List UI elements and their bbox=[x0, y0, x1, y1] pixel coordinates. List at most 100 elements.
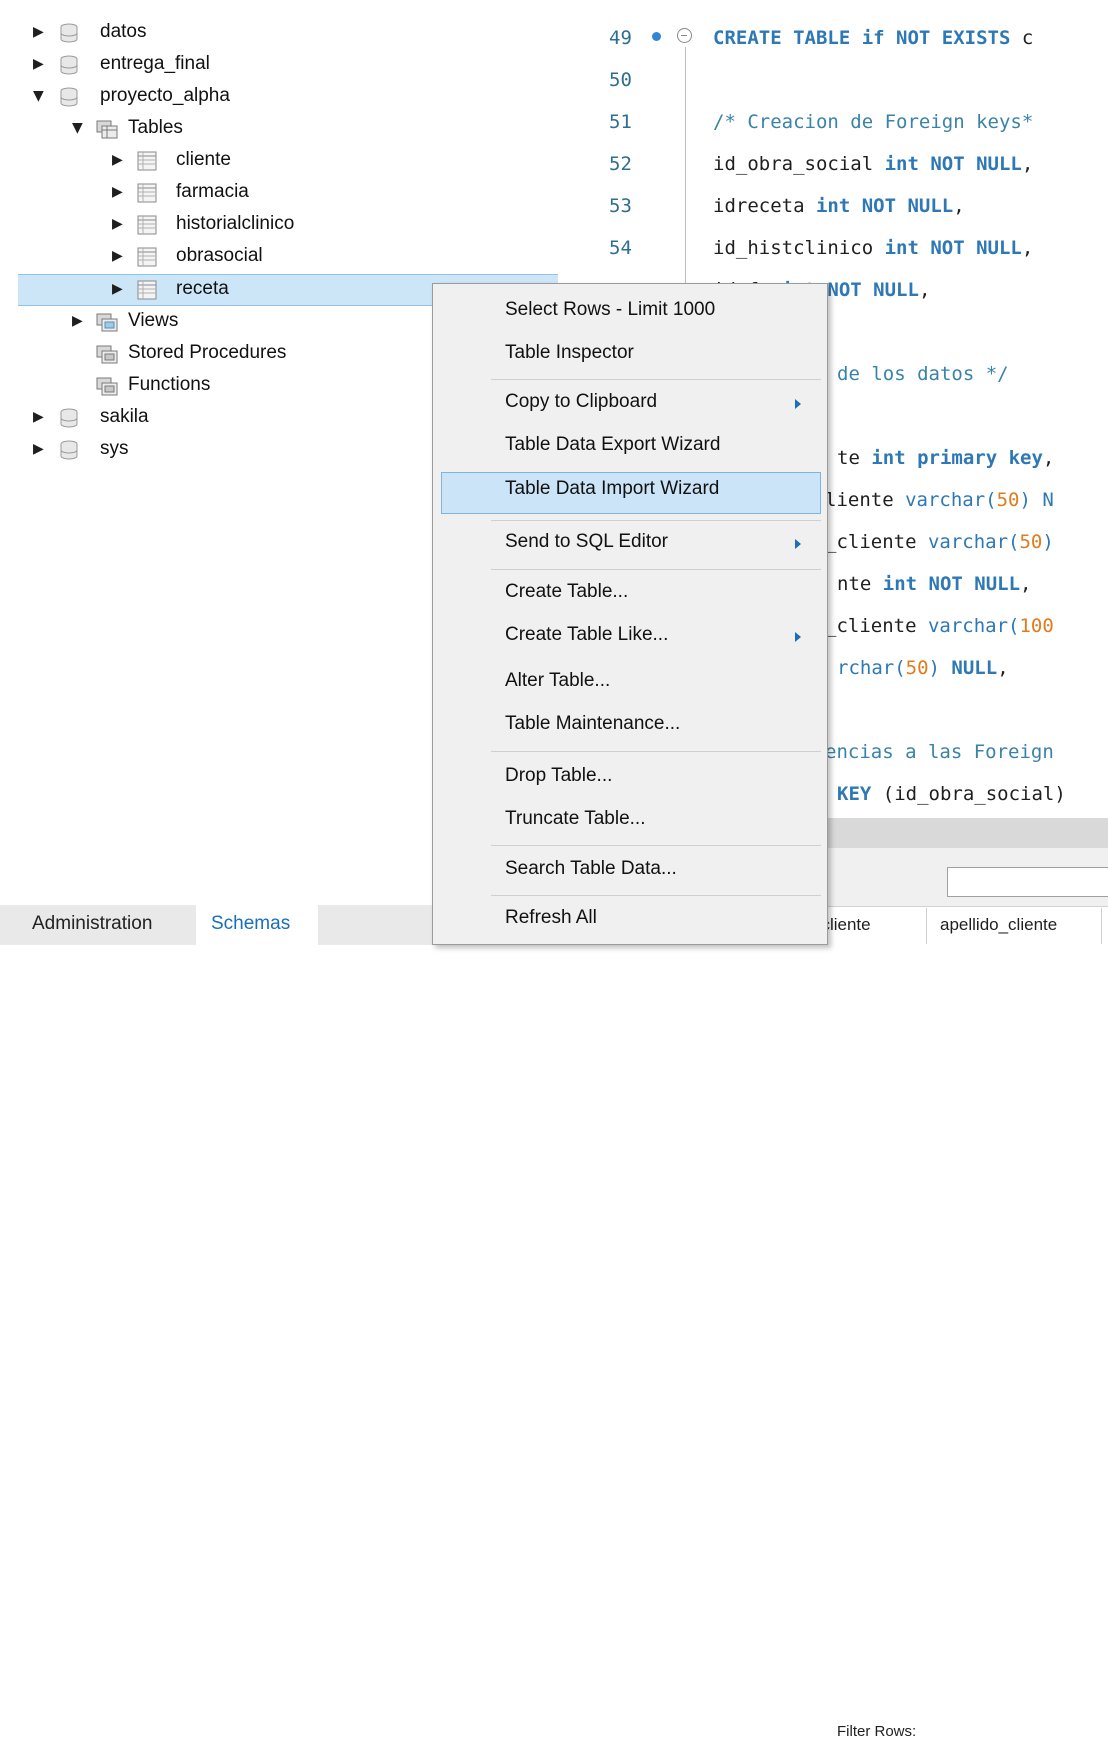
column-header[interactable]: apellido_cliente bbox=[940, 915, 1057, 935]
tree-item-label: Functions bbox=[128, 374, 211, 395]
code-text: , bbox=[1020, 573, 1032, 595]
filter-rows-input[interactable] bbox=[947, 867, 1108, 897]
code-line: /* Creacion de Foreign keys* bbox=[713, 111, 1033, 133]
menu-item-table-data-import-wizard[interactable]: Table Data Import Wizard bbox=[441, 472, 821, 514]
line-number: 49 bbox=[609, 27, 632, 49]
tree-item-label: historialclinico bbox=[176, 213, 295, 234]
code-line: _cliente varchar(50) bbox=[825, 531, 1054, 553]
tree-item-label: Stored Procedures bbox=[128, 342, 287, 363]
tree-item-entrega-final[interactable]: ▶ entrega_final bbox=[0, 49, 565, 81]
tree-item-label: obrasocial bbox=[176, 245, 263, 266]
expand-arrow-icon[interactable]: ▶ bbox=[112, 217, 126, 231]
menu-separator bbox=[491, 379, 821, 380]
code-comment: /* Creacion de Foreign keys* bbox=[713, 111, 1034, 133]
collapse-arrow-icon[interactable]: ▼ bbox=[33, 89, 47, 103]
tree-item-label: sys bbox=[100, 438, 129, 459]
fold-toggle-icon[interactable] bbox=[677, 28, 692, 43]
menu-item-drop-table[interactable]: Drop Table... bbox=[433, 759, 827, 795]
code-text: te bbox=[837, 447, 872, 469]
column-separator[interactable] bbox=[1101, 908, 1102, 944]
menu-item-table-data-export-wizard[interactable]: Table Data Export Wizard bbox=[433, 428, 827, 464]
menu-separator bbox=[491, 569, 821, 570]
code-line: id_obra_social int NOT NULL, bbox=[713, 153, 1033, 175]
code-keyword: CREATE TABLE if NOT EXISTS bbox=[713, 27, 1011, 49]
code-line: de los datos */ bbox=[837, 363, 1009, 385]
expand-arrow-icon[interactable]: ▶ bbox=[112, 249, 126, 263]
code-line: KEY (id_obra_social) bbox=[837, 783, 1066, 805]
expand-arrow-icon[interactable]: ▶ bbox=[33, 410, 47, 424]
code-text: nte bbox=[837, 573, 883, 595]
code-text: , bbox=[1042, 447, 1055, 469]
tree-item-proyecto-alpha[interactable]: ▼ proyecto_alpha bbox=[0, 81, 565, 113]
tree-item-table-farmacia[interactable]: ▶ farmacia bbox=[0, 177, 565, 209]
menu-item-label: Table Data Export Wizard bbox=[505, 434, 721, 455]
line-number: 50 bbox=[609, 69, 632, 91]
menu-item-create-table[interactable]: Create Table... bbox=[433, 575, 827, 611]
code-type: varchar( bbox=[905, 489, 997, 511]
code-text: , bbox=[918, 279, 931, 301]
menu-item-truncate-table[interactable]: Truncate Table... bbox=[433, 802, 827, 838]
menu-separator bbox=[491, 751, 821, 752]
code-type: ) N bbox=[1019, 489, 1054, 511]
code-text: , bbox=[1021, 153, 1034, 175]
tree-item-table-historialclinico[interactable]: ▶ historialclinico bbox=[0, 209, 565, 241]
column-separator[interactable] bbox=[926, 908, 927, 944]
tree-item-label: receta bbox=[176, 278, 229, 299]
table-icon bbox=[137, 183, 157, 203]
menu-item-search-table-data[interactable]: Search Table Data... bbox=[433, 852, 827, 888]
tree-item-tables[interactable]: ▼ Tables bbox=[0, 113, 565, 145]
expand-arrow-icon[interactable]: ▶ bbox=[112, 153, 126, 167]
tree-item-table-obrasocial[interactable]: ▶ obrasocial bbox=[0, 241, 565, 273]
tree-item-label: Views bbox=[128, 310, 179, 331]
code-text: _cliente bbox=[825, 531, 928, 553]
menu-item-table-inspector[interactable]: Table Inspector bbox=[433, 336, 827, 372]
tree-item-label: sakila bbox=[100, 406, 149, 427]
code-line: CREATE TABLE if NOT EXISTS c bbox=[713, 27, 1033, 49]
code-keyword: NULL bbox=[951, 657, 998, 679]
menu-item-alter-table[interactable]: Alter Table... bbox=[433, 664, 827, 700]
code-text: _cliente bbox=[825, 615, 928, 637]
expand-arrow-icon[interactable]: ▶ bbox=[33, 25, 47, 39]
line-number: 54 bbox=[609, 237, 632, 259]
menu-item-copy-to-clipboard[interactable]: Copy to Clipboard bbox=[433, 385, 827, 421]
expand-arrow-icon[interactable]: ▶ bbox=[112, 185, 126, 199]
menu-separator bbox=[491, 895, 821, 896]
code-keyword: int primary key bbox=[871, 447, 1043, 469]
table-icon bbox=[137, 280, 157, 300]
menu-item-label: Select Rows - Limit 1000 bbox=[505, 299, 716, 320]
table-icon bbox=[137, 247, 157, 267]
menu-item-refresh-all[interactable]: Refresh All bbox=[433, 901, 827, 937]
tab-schemas[interactable]: Schemas bbox=[211, 913, 290, 935]
expand-arrow-icon[interactable]: ▶ bbox=[33, 442, 47, 456]
tree-item-label: entrega_final bbox=[100, 53, 210, 74]
menu-item-label: Search Table Data... bbox=[505, 858, 677, 879]
menu-item-label: Create Table Like... bbox=[505, 624, 669, 645]
tree-item-label: proyecto_alpha bbox=[100, 85, 230, 106]
table-icon bbox=[137, 215, 157, 235]
tables-folder-icon bbox=[96, 120, 118, 139]
collapse-arrow-icon[interactable]: ▼ bbox=[72, 121, 86, 135]
menu-item-label: Create Table... bbox=[505, 581, 629, 602]
submenu-arrow-icon bbox=[795, 632, 801, 642]
menu-item-label: Table Data Import Wizard bbox=[505, 478, 720, 499]
expand-arrow-icon[interactable]: ▶ bbox=[33, 57, 47, 71]
procedures-folder-icon bbox=[96, 345, 118, 364]
menu-item-label: Refresh All bbox=[505, 907, 597, 928]
menu-separator bbox=[491, 520, 821, 521]
code-number: 50 bbox=[905, 657, 929, 679]
tree-item-table-cliente[interactable]: ▶ cliente bbox=[0, 145, 565, 177]
line-number: 53 bbox=[609, 195, 632, 217]
menu-item-select-rows[interactable]: Select Rows - Limit 1000 bbox=[433, 293, 827, 329]
code-keyword: int NOT NULL bbox=[884, 153, 1022, 175]
menu-item-send-to-sql-editor[interactable]: Send to SQL Editor bbox=[433, 525, 827, 561]
code-line: nte int NOT NULL, bbox=[837, 573, 1032, 595]
database-icon bbox=[60, 23, 78, 43]
tab-administration[interactable]: Administration bbox=[32, 913, 152, 935]
expand-arrow-icon[interactable]: ▶ bbox=[72, 314, 86, 328]
code-comment: de los datos */ bbox=[837, 363, 1009, 385]
tree-item-label: farmacia bbox=[176, 181, 249, 202]
expand-arrow-icon[interactable]: ▶ bbox=[112, 282, 126, 296]
tree-item-datos[interactable]: ▶ datos bbox=[0, 17, 565, 49]
menu-item-create-table-like[interactable]: Create Table Like... bbox=[433, 618, 827, 654]
menu-item-table-maintenance[interactable]: Table Maintenance... bbox=[433, 707, 827, 743]
